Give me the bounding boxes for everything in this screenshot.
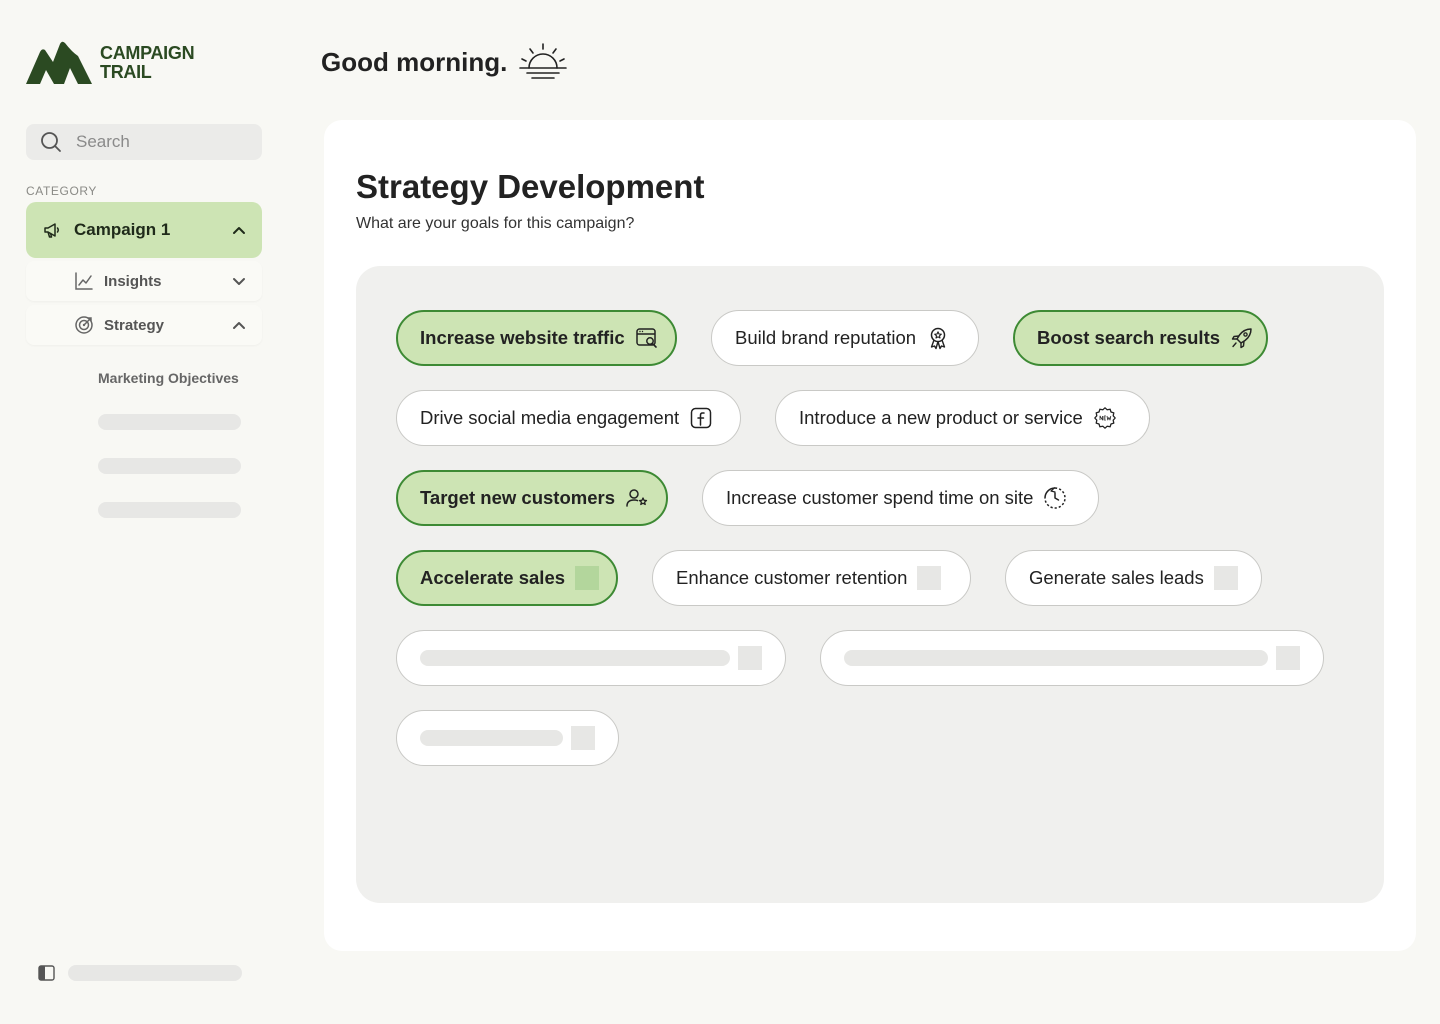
goal-chip-introduce-new-product[interactable]: Introduce a new product or service <box>775 390 1150 446</box>
placeholder-icon <box>917 566 942 590</box>
goal-label: Increase website traffic <box>420 327 625 348</box>
goal-chip-enhance-customer-retention[interactable]: Enhance customer retention <box>652 550 971 606</box>
chevron-up-icon[interactable] <box>232 225 246 235</box>
placeholder-icon <box>1276 646 1300 670</box>
brand-line-1: CAMPAIGN <box>100 43 195 63</box>
greeting: Good morning. <box>321 42 568 82</box>
search-input[interactable]: Search <box>26 124 262 160</box>
goal-label: Drive social media engagement <box>420 407 680 428</box>
clock-dashed-icon <box>1044 487 1067 509</box>
sidebar-item-marketing-objectives[interactable]: Marketing Objectives <box>98 370 239 386</box>
loading-placeholder <box>420 730 563 746</box>
main-card: Strategy Development What are your goals… <box>324 120 1416 951</box>
target-icon <box>75 316 93 334</box>
sidebar-item-strategy[interactable]: Strategy <box>26 305 262 345</box>
sidebar: CAMPAIGN TRAIL Search CATEGORY Campaign … <box>0 0 290 1024</box>
goal-label: Increase customer spend time on site <box>726 487 1034 508</box>
sidebar-item-campaign-1[interactable]: Campaign 1 <box>26 202 262 258</box>
chevron-down-icon[interactable] <box>232 276 246 286</box>
goal-chip-generate-sales-leads[interactable]: Generate sales leads <box>1005 550 1262 606</box>
goal-chip-drive-social-media-engagement[interactable]: Drive social media engagement <box>396 390 741 446</box>
greeting-text: Good morning. <box>321 46 508 77</box>
placeholder-icon <box>575 566 600 590</box>
goal-label: Introduce a new product or service <box>799 407 1083 428</box>
goal-label: Enhance customer retention <box>676 567 908 588</box>
brand-wordmark: CAMPAIGN TRAIL <box>100 43 195 82</box>
goal-label: Accelerate sales <box>420 567 566 588</box>
mountain-logo-icon <box>26 41 92 84</box>
goal-chip-loading[interactable] <box>396 710 619 766</box>
sidebar-item-insights[interactable]: Insights <box>26 261 262 301</box>
goal-chip-boost-search-results[interactable]: Boost search results <box>1013 310 1268 366</box>
page-subtitle: What are your goals for this campaign? <box>356 215 635 232</box>
goals-panel: Increase website traffic Build brand rep… <box>356 266 1384 903</box>
search-placeholder: Search <box>76 132 130 151</box>
line-chart-icon <box>75 272 93 290</box>
sidebar-item-label: Insights <box>104 272 162 290</box>
megaphone-icon <box>44 223 59 238</box>
goal-chip-increase-website-traffic[interactable]: Increase website traffic <box>396 310 677 366</box>
new-badge-icon <box>1093 407 1116 429</box>
goal-chip-increase-customer-spend-time[interactable]: Increase customer spend time on site <box>702 470 1099 526</box>
goal-label: Target new customers <box>420 487 615 508</box>
brand-line-2: TRAIL <box>100 62 152 82</box>
browser-search-icon <box>635 328 657 348</box>
sunrise-icon <box>519 43 568 79</box>
page-title: Strategy Development <box>356 168 705 205</box>
goal-chip-loading[interactable] <box>820 630 1324 686</box>
rocket-icon <box>1231 328 1252 349</box>
award-ribbon-icon <box>930 327 946 350</box>
category-label: CATEGORY <box>26 184 98 198</box>
goal-label: Build brand reputation <box>735 327 917 348</box>
loading-placeholder <box>98 458 241 474</box>
goal-chip-target-new-customers[interactable]: Target new customers <box>396 470 668 526</box>
goal-label: Boost search results <box>1037 327 1221 348</box>
sidebar-toggle-icon[interactable] <box>38 965 55 981</box>
loading-placeholder <box>68 965 242 981</box>
placeholder-icon <box>1213 566 1238 590</box>
loading-placeholder <box>98 414 241 430</box>
user-star-icon <box>626 489 648 507</box>
facebook-icon <box>690 407 712 429</box>
campaign-label: Campaign 1 <box>74 220 171 239</box>
goal-chip-build-brand-reputation[interactable]: Build brand reputation <box>711 310 979 366</box>
placeholder-icon <box>571 726 595 750</box>
goal-chip-loading[interactable] <box>396 630 786 686</box>
chevron-up-icon[interactable] <box>232 320 246 330</box>
placeholder-icon <box>738 646 762 670</box>
sidebar-item-label: Strategy <box>104 316 165 334</box>
search-icon <box>41 132 61 152</box>
goal-chip-accelerate-sales[interactable]: Accelerate sales <box>396 550 618 606</box>
loading-placeholder <box>420 650 730 666</box>
loading-placeholder <box>844 650 1268 666</box>
goal-label: Generate sales leads <box>1029 567 1204 588</box>
loading-placeholder <box>98 502 241 518</box>
brand-logo[interactable]: CAMPAIGN TRAIL <box>26 40 195 86</box>
